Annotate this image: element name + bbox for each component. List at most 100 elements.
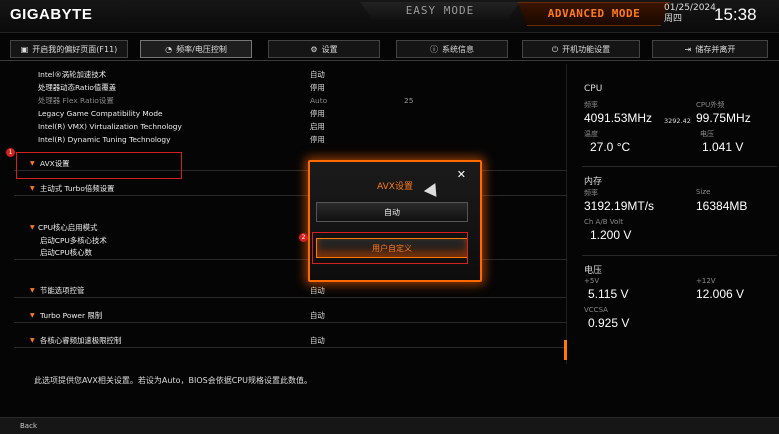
- setting-value[interactable]: 自动: [310, 334, 325, 347]
- setting-value[interactable]: 自动: [310, 284, 325, 297]
- setting-label: 启动CPU核心数: [40, 248, 92, 257]
- advanced-mode-button[interactable]: ADVANCED MODE: [518, 2, 670, 26]
- cpu-temp-label: 温度: [584, 130, 598, 138]
- setting-row-ratio-override[interactable]: 处理器动态Ratio值覆盖 停用: [14, 81, 566, 94]
- bottom-bar: Back: [0, 417, 779, 434]
- setting-value: Auto: [310, 96, 328, 105]
- option-auto-button[interactable]: 自动: [316, 202, 468, 222]
- tab-settings-label: 设置: [321, 45, 338, 54]
- setting-value-secondary: 25: [404, 96, 414, 105]
- easy-mode-button[interactable]: EASY MODE: [360, 2, 520, 20]
- cpu-freq-extra: 3292.42: [664, 117, 691, 125]
- v5-value: 5.115 V: [588, 287, 629, 301]
- cpu-bclk-value: 99.75MHz: [696, 111, 751, 125]
- gigabyte-logo: GIGABYTE: [10, 6, 93, 23]
- section-active-turbo[interactable]: ▼ 主动式 Turbo倍频设置: [14, 182, 566, 196]
- scrollbar-thumb[interactable]: [564, 340, 567, 360]
- setting-label: 处理器动态Ratio值覆盖: [38, 83, 117, 92]
- tab-system-info[interactable]: ⓘ 系统信息: [396, 40, 508, 58]
- power-icon: ⏻: [551, 45, 559, 54]
- tab-frequency-voltage[interactable]: ◔ 频率/电压控制: [140, 40, 252, 58]
- speedometer-icon: ◔: [165, 45, 173, 54]
- setting-value[interactable]: 启用: [310, 120, 325, 133]
- weekday-text: 周四: [664, 14, 683, 24]
- section-label: 主动式 Turbo倍频设置: [40, 184, 115, 193]
- favorite-icon: ▣: [20, 45, 29, 54]
- setting-value[interactable]: 自动: [310, 309, 325, 322]
- date-text: 01/25/2024: [664, 3, 716, 13]
- mem-size-value: 16384MB: [696, 199, 748, 213]
- tab-save-exit[interactable]: ⇥ 储存并离开: [652, 40, 768, 58]
- tab-favorites[interactable]: ▣ 开启我的偏好页面(F11): [10, 40, 128, 58]
- date-display: 01/25/2024 周四: [664, 3, 716, 25]
- settings-list: Intel®涡轮加速技术 自动 处理器动态Ratio值覆盖 停用 处理器 Fle…: [14, 64, 566, 359]
- avx-highlight-box: [16, 152, 182, 179]
- cpu-bclk-label: CPU外频: [696, 101, 725, 109]
- tab-system-info-label: 系统信息: [442, 45, 474, 54]
- setting-label: 处理器 Flex Ratio设置: [38, 96, 114, 105]
- section-per-core-turbo[interactable]: ▼ 各核心睿频加速极限控制 自动: [14, 334, 566, 348]
- setting-value[interactable]: 自动: [310, 68, 325, 81]
- setting-label: Intel(R) VMX) Virtualization Technology: [38, 122, 182, 131]
- cpu-volt-value: 1.041 V: [702, 140, 744, 154]
- mem-freq-label: 频率: [584, 189, 598, 197]
- cpu-volt-label: 电压: [700, 130, 714, 138]
- setting-value[interactable]: 停用: [310, 107, 325, 120]
- setting-value[interactable]: 停用: [310, 133, 325, 146]
- vccsa-value: 0.925 V: [588, 316, 630, 330]
- settings-icon: ⚙: [310, 45, 318, 54]
- monitor-divider: [582, 255, 777, 256]
- back-button[interactable]: Back: [20, 422, 37, 430]
- hardware-monitor-panel: CPU 频率 4091.53MHz 3292.42 CPU外频 99.75MHz…: [574, 78, 779, 338]
- section-label: CPU核心启用模式: [38, 223, 98, 232]
- tab-favorites-label: 开启我的偏好页面(F11): [32, 45, 118, 54]
- setting-label: Intel(R) Dynamic Tuning Technology: [38, 135, 171, 144]
- setting-row-legacy-game[interactable]: Legacy Game Compatibility Mode 停用: [14, 107, 566, 120]
- section-label: 节能选项控管: [40, 286, 85, 295]
- tab-save-exit-label: 储存并离开: [695, 45, 736, 54]
- info-icon: ⓘ: [430, 45, 438, 54]
- setting-row-dynamic-tuning[interactable]: Intel(R) Dynamic Tuning Technology 停用: [14, 133, 566, 146]
- cpu-temp-value: 27.0 °C: [590, 140, 631, 154]
- tab-divider: [0, 60, 779, 61]
- clock: 15:38: [714, 5, 757, 24]
- cpu-freq-value: 4091.53MHz: [584, 111, 653, 125]
- expand-triangle-icon: ▼: [30, 224, 35, 231]
- expand-triangle-icon: ▼: [30, 312, 35, 319]
- section-core-enable-mode[interactable]: ▼ CPU核心启用模式: [14, 221, 566, 234]
- mem-volt-label: Ch A/B Volt: [584, 218, 623, 226]
- tab-bar: ▣ 开启我的偏好页面(F11) ◔ 频率/电压控制 ⚙ 设置 ⓘ 系统信息 ⏻ 开机功能设…: [0, 40, 779, 60]
- cpu-header: CPU: [584, 84, 603, 94]
- setting-row-flex-ratio: 处理器 Flex Ratio设置 Auto 25: [14, 94, 566, 107]
- section-power-saving[interactable]: ▼ 节能选项控管 自动: [14, 284, 566, 298]
- setting-row-vmx[interactable]: Intel(R) VMX) Virtualization Technology …: [14, 120, 566, 133]
- section-turbo-power-limit[interactable]: ▼ Turbo Power 限制 自动: [14, 309, 566, 323]
- annotation-badge-2: 2: [299, 233, 308, 242]
- v5-label: +5V: [584, 277, 600, 285]
- mem-freq-value: 3192.19MT/s: [584, 199, 655, 213]
- mem-volt-value: 1.200 V: [590, 228, 632, 242]
- monitor-divider: [582, 166, 777, 167]
- tab-frequency-voltage-label: 频率/电压控制: [176, 45, 227, 54]
- panel-divider: [566, 64, 567, 364]
- setting-row-core-count[interactable]: 启动CPU核心数: [14, 246, 566, 260]
- exit-icon: ⇥: [684, 45, 692, 54]
- setting-value[interactable]: 停用: [310, 81, 325, 94]
- memory-header: 内存: [584, 177, 603, 187]
- dialog-title: AVX设置: [377, 182, 413, 192]
- section-label: 各核心睿频加速极限控制: [40, 336, 122, 345]
- tab-boot[interactable]: ⏻ 开机功能设置: [522, 40, 640, 58]
- setting-row-turbo-boost[interactable]: Intel®涡轮加速技术 自动: [14, 68, 566, 81]
- vccsa-label: VCCSA: [584, 306, 608, 314]
- tab-settings[interactable]: ⚙ 设置: [268, 40, 380, 58]
- help-description: 此选项提供您AVX相关设置。若设为Auto，BIOS会依据CPU规格设置此数值。: [34, 376, 312, 385]
- top-bar: GIGABYTE EASY MODE ADVANCED MODE 01/25/2…: [0, 0, 779, 33]
- expand-triangle-icon: ▼: [30, 185, 35, 192]
- mem-size-label: Size: [696, 188, 711, 196]
- expand-triangle-icon: ▼: [30, 287, 35, 294]
- cpu-freq-label: 频率: [584, 101, 598, 109]
- v12-value: 12.006 V: [696, 287, 745, 301]
- annotation-badge-1: 1: [6, 148, 15, 157]
- v12-label: +12V: [696, 277, 716, 285]
- setting-label: Legacy Game Compatibility Mode: [38, 109, 163, 118]
